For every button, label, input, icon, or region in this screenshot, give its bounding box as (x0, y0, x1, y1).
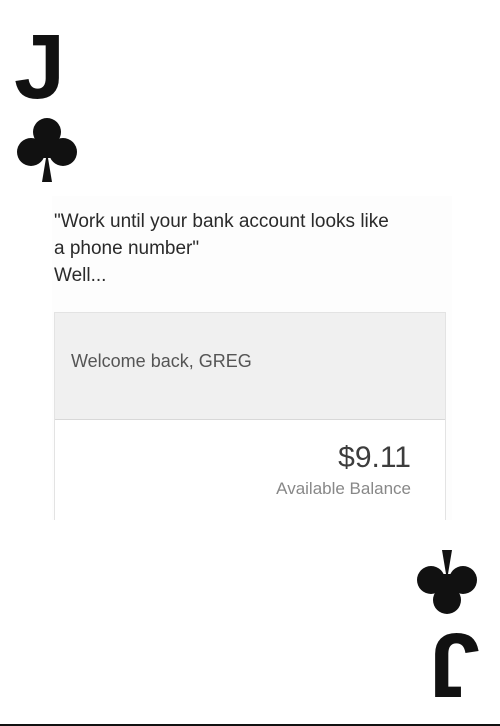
quote-line-1: "Work until your bank account looks like (54, 211, 389, 232)
card-rank-top: J (14, 16, 65, 118)
card-corner-top: J (14, 16, 84, 184)
meme-quote: "Work until your bank account looks like… (54, 208, 450, 289)
playing-card: J "Work until your bank account looks li… (0, 0, 500, 726)
card-rank-bottom: J (430, 614, 480, 716)
welcome-text: Welcome back, GREG (71, 351, 252, 371)
card-corner-bottom: J (410, 548, 480, 716)
balance-label: Available Balance (276, 479, 411, 498)
welcome-header: Welcome back, GREG (55, 313, 445, 420)
club-icon (417, 550, 477, 614)
meme-screenshot: "Work until your bank account looks like… (52, 196, 452, 520)
bank-app-panel: Welcome back, GREG $9.11 Available Balan… (54, 312, 446, 520)
balance-amount: $9.11 (338, 441, 411, 474)
quote-line-3: Well... (54, 265, 107, 286)
club-icon (17, 118, 77, 182)
quote-line-2: a phone number" (54, 238, 200, 259)
